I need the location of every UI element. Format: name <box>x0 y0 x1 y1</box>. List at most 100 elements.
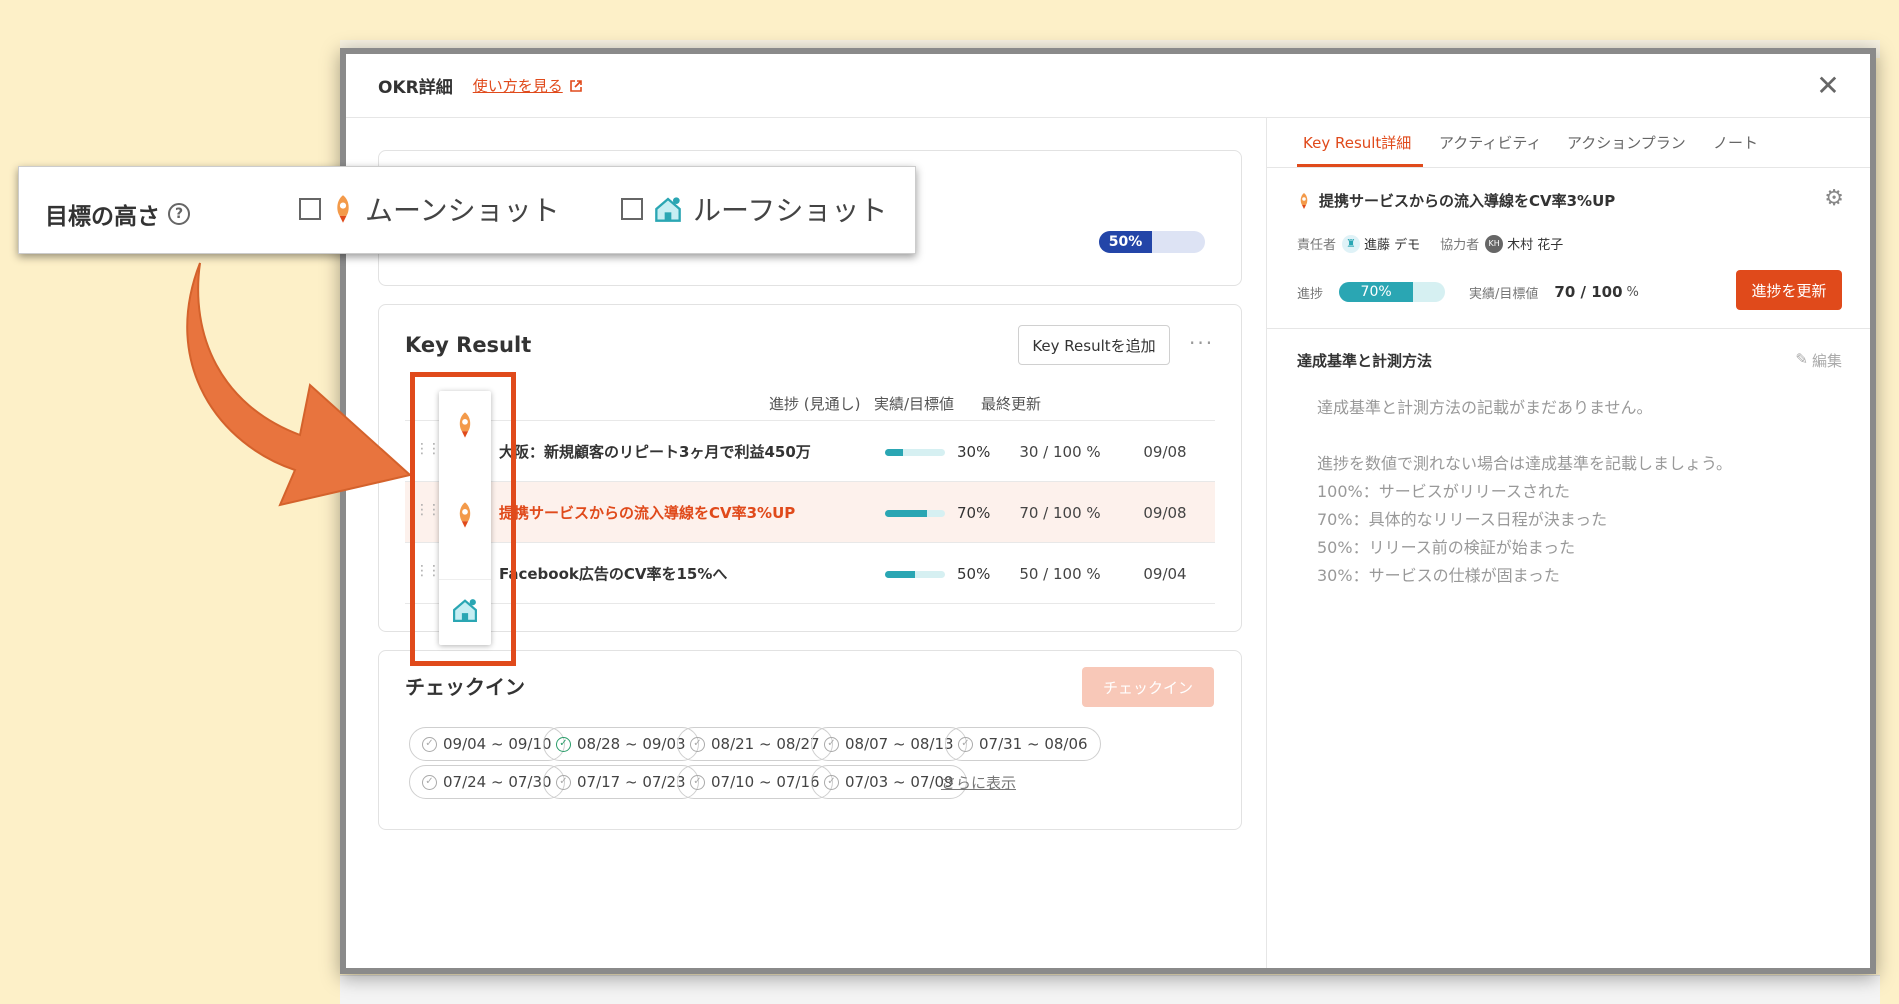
kr-name[interactable]: 提携サービスからの流入導線をCV率3%UP <box>499 502 795 523</box>
check-icon: ✓ <box>690 736 705 752</box>
criteria-title: 達成基準と計測方法 <box>1297 352 1433 370</box>
roofshot-option[interactable]: ルーフショット <box>621 189 887 229</box>
modal-title: OKR詳細 <box>378 78 453 98</box>
kr-row[interactable]: ⋮⋮ 提携サービスからの流入導線をCV率3%UP 70% 70 / 100 % 09/0… <box>405 482 1215 543</box>
kr-row-pct: 30% <box>957 443 991 461</box>
dropdown-item-roofshot[interactable] <box>439 579 491 639</box>
column-last-update: 最終更新 <box>981 395 1042 413</box>
progress-row: 進捗 70% 実績/目標値 70 / 100 % <box>1297 282 1639 302</box>
goal-height-dropdown <box>439 391 491 645</box>
help-icon[interactable]: ? <box>168 203 190 225</box>
checkin-period-chip[interactable]: ✓ 09/04 ~ 09/10 <box>409 727 565 761</box>
checkin-card: チェックイン チェックイン ✓ 09/04 ~ 09/10 ✓ 08/28 ~ 09/… <box>378 650 1242 830</box>
checkin-period-chip[interactable]: ✓ 08/21 ~ 08/27 <box>677 727 833 761</box>
checkin-period-label: 07/17 ~ 07/23 <box>577 773 686 791</box>
checkin-period-chip[interactable]: ✓ 07/31 ~ 08/06 <box>945 727 1101 761</box>
close-icon[interactable]: ✕ <box>1814 72 1842 100</box>
checkin-period-label: 07/31 ~ 08/06 <box>979 735 1088 753</box>
objective-progress-bar: 50% <box>1099 231 1205 253</box>
howto-link[interactable]: 使い方を見る <box>473 75 583 96</box>
people-row: 責任者 ♜ 進藤 デモ 協力者 KH 木村 花子 <box>1297 234 1563 253</box>
kr-row[interactable]: ⋮⋮ Facebook広告のCV率を15%へ 50% 50 / 100 % 09/04 <box>405 543 1215 604</box>
collab-name: 木村 花子 <box>1507 238 1564 253</box>
column-progress: 進捗 (見通し) <box>769 395 861 413</box>
kr-detail-title: 提携サービスからの流入導線をCV率3%UP <box>1297 190 1615 211</box>
criteria-line: 達成基準と計測方法の記載がまだありません。 <box>1317 398 1653 417</box>
progress-label: 進捗 <box>1297 286 1324 302</box>
check-icon: ✓ <box>824 774 839 790</box>
rocket-icon <box>337 195 349 223</box>
rocket-icon <box>459 412 471 438</box>
tab-key-result-detail[interactable]: Key Result詳細 <box>1303 132 1411 153</box>
checkin-period-label: 07/03 ~ 07/09 <box>845 773 954 791</box>
right-pane: Key Result詳細 アクティビティ アクションプラン ノート 提携サービス… <box>1266 118 1870 968</box>
ellipsis-icon[interactable]: ··· <box>1189 331 1214 355</box>
gear-icon[interactable]: ⚙ <box>1824 186 1844 211</box>
tab-action-plan[interactable]: アクションプラン <box>1567 132 1686 153</box>
kr-row-progress-bar <box>885 571 945 578</box>
kr-progress-bar: 70% <box>1339 282 1446 302</box>
kr-row-pct: 70% <box>957 504 991 522</box>
criteria-line: 進捗を数値で測れない場合は達成基準を記載しましょう。 <box>1317 454 1733 473</box>
kr-row-progress-fill <box>885 449 903 456</box>
collab-label: 協力者 <box>1440 238 1480 253</box>
howto-link-label: 使い方を見る <box>472 77 563 95</box>
callout-arrow <box>186 262 413 507</box>
kr-name[interactable]: 大阪：新規顧客のリピート3ヶ月で利益450万 <box>499 441 811 462</box>
kr-row-progress-bar <box>885 510 945 517</box>
show-more-link[interactable]: さらに表示 <box>941 772 1016 793</box>
edit-button[interactable]: ✎ 編集 <box>1795 350 1842 371</box>
kr-row-date: 09/08 <box>1143 443 1187 461</box>
collab-avatar: KH <box>1485 234 1504 253</box>
checkin-period-label: 07/10 ~ 07/16 <box>711 773 820 791</box>
column-actual-target: 実績/目標値 <box>874 395 955 413</box>
dropdown-item-moonshot[interactable] <box>439 395 491 455</box>
tab-note[interactable]: ノート <box>1713 132 1758 153</box>
check-icon: ✓ <box>556 774 571 790</box>
external-link-icon <box>569 79 582 92</box>
kr-row-pct: 50% <box>957 565 991 583</box>
house-icon <box>655 197 681 222</box>
actual-label: 実績/目標値 <box>1469 286 1539 302</box>
check-icon: ✓ <box>422 774 437 790</box>
check-icon: ✓ <box>690 774 705 790</box>
check-icon: ✓ <box>958 736 973 752</box>
rocket-icon <box>459 502 471 528</box>
checkin-period-chip[interactable]: ✓ 07/10 ~ 07/16 <box>677 765 833 799</box>
checkin-period-chip[interactable]: ✓ 08/28 ~ 09/03 <box>543 727 699 761</box>
moonshot-checkbox[interactable] <box>299 198 321 220</box>
roofshot-checkbox[interactable] <box>621 198 643 220</box>
active-tab-underline <box>1297 164 1423 167</box>
checkin-period-chip[interactable]: ✓ 07/17 ~ 07/23 <box>543 765 699 799</box>
kr-progress-fill: 70% <box>1339 282 1414 302</box>
checkin-period-chip[interactable]: ✓ 07/24 ~ 07/30 <box>409 765 565 799</box>
check-icon: ✓ <box>824 736 839 752</box>
add-key-result-button[interactable]: Key Resultを追加 <box>1018 325 1170 365</box>
house-icon <box>453 598 477 622</box>
kr-row-date: 09/04 <box>1143 565 1187 583</box>
checkin-period-label: 07/24 ~ 07/30 <box>443 773 552 791</box>
owner-name: 進藤 デモ <box>1364 238 1421 253</box>
owner[interactable]: ♜ 進藤 デモ <box>1342 234 1420 253</box>
kr-name[interactable]: Facebook広告のCV率を15%へ <box>499 563 727 584</box>
goal-height-callout: 目標の高さ ? ムーンショット ルーフショット <box>18 166 916 254</box>
kr-row-value: 70 / 100 % <box>1019 504 1101 522</box>
collaborator[interactable]: KH 木村 花子 <box>1485 234 1563 253</box>
kr-row-value: 30 / 100 % <box>1019 443 1101 461</box>
moonshot-option[interactable]: ムーンショット <box>299 189 560 229</box>
dropdown-item-moonshot-2[interactable] <box>439 485 491 545</box>
checkin-period-chip[interactable]: ✓ 08/07 ~ 08/13 <box>811 727 967 761</box>
kr-row[interactable]: ⋮⋮ 大阪：新規顧客のリピート3ヶ月で利益450万 30% 30 / 100 % 09/… <box>405 421 1215 482</box>
owner-label: 責任者 <box>1297 238 1337 253</box>
roofshot-label: ルーフショット <box>693 194 888 227</box>
background-app-footer <box>340 975 1880 1004</box>
rocket-icon <box>1300 192 1308 209</box>
checkin-button[interactable]: チェックイン <box>1082 667 1214 707</box>
pencil-icon: ✎ <box>1795 350 1808 368</box>
check-icon: ✓ <box>556 736 571 752</box>
kr-row-progress-fill <box>885 571 915 578</box>
kr-row-progress-fill <box>885 510 927 517</box>
update-progress-button[interactable]: 進捗を更新 <box>1736 270 1842 310</box>
divider <box>1267 328 1870 329</box>
tab-activity[interactable]: アクティビティ <box>1439 132 1541 153</box>
